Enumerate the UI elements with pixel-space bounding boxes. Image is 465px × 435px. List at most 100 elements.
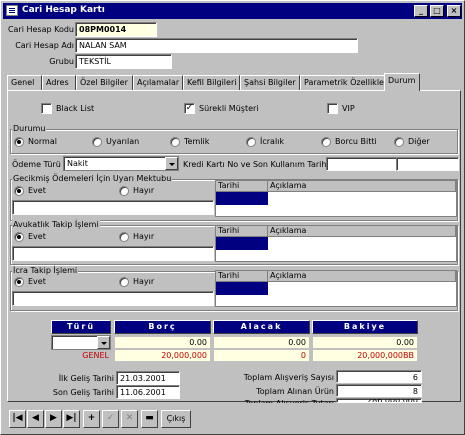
enforcement-label: İcra Takip İşlemi [12, 266, 79, 275]
chevron-down-icon[interactable] [97, 336, 110, 349]
row1-debt: 0.00 [114, 336, 211, 349]
cancel-record-button[interactable]: ✕ [121, 410, 138, 428]
last-record-button[interactable]: ▶| [63, 410, 80, 428]
vip-checkbox[interactable] [327, 103, 338, 114]
status-temlik-radio[interactable] [170, 137, 180, 147]
status-diger-label: Diğer [408, 137, 430, 146]
grid-header-desc[interactable]: Açıklama [268, 271, 456, 282]
post-record-button[interactable]: ✓ [102, 410, 119, 428]
lawyer-note-field[interactable] [12, 246, 214, 261]
row2-credit: 0 [213, 349, 310, 362]
prior-record-button[interactable]: ◀ [27, 410, 44, 428]
grid-header-desc[interactable]: Açıklama [268, 226, 456, 237]
grid-selected-cell[interactable] [216, 192, 268, 205]
lawyer-no-radio[interactable] [119, 232, 129, 242]
code-field[interactable]: 08PM0014 [75, 22, 157, 37]
durum-panel: Black List ✓ Sürekli Müşteri VIP Durumu … [7, 90, 461, 403]
status-icralik-radio[interactable] [246, 137, 256, 147]
name-field[interactable]: NALAN SAM [75, 38, 358, 53]
status-group-label: Durumu [12, 124, 47, 133]
close-button[interactable]: × [447, 5, 461, 17]
first-visit-label: İlk Geliş Tarihi [58, 374, 114, 383]
enforcement-yes-label: Evet [28, 277, 46, 286]
warning-letter-yes-label: Evet [28, 186, 46, 195]
tab-durum[interactable]: Durum [384, 73, 420, 91]
insert-record-button[interactable]: + [83, 410, 100, 428]
tab-kefil-bilgileri[interactable]: Kefil Bilgileri [183, 75, 240, 90]
chevron-down-icon[interactable] [165, 157, 178, 170]
title-bar[interactable]: Cari Hesap Kartı _ □ × [3, 3, 462, 19]
warning-letter-note-field[interactable] [12, 200, 214, 215]
tab-adres[interactable]: Adres [42, 75, 76, 90]
next-record-button[interactable]: ▶ [45, 410, 62, 428]
enforcement-no-label: Hayır [133, 277, 155, 286]
row1-credit: 0.00 [213, 336, 310, 349]
last-visit-label: Son Geliş Tarihi [52, 388, 114, 397]
lawyer-yes-label: Evet [28, 232, 46, 241]
status-diger-radio[interactable] [394, 137, 404, 147]
grid-header-date[interactable]: Tarihi [216, 271, 268, 282]
tab-sahsi-bilgiler[interactable]: Şahsi Bilgiler [240, 75, 300, 90]
status-normal-label: Normal [28, 137, 57, 146]
window: Cari Hesap Kartı _ □ × Cari Hesap Kodu 0… [0, 0, 465, 435]
status-group [10, 129, 458, 154]
lawyer-yes-radio[interactable] [14, 232, 24, 242]
exit-button[interactable]: Çıkış [161, 410, 191, 428]
warning-letter-grid[interactable]: Tarihi Açıklama [215, 180, 457, 217]
credit-card-expiry-field[interactable] [396, 157, 459, 171]
status-borcu-bitti-label: Borcu Bitti [335, 137, 377, 146]
status-uyarilan-radio[interactable] [92, 137, 102, 147]
enforcement-grid[interactable]: Tarihi Açıklama [215, 270, 457, 307]
warning-letter-yes-radio[interactable] [14, 186, 24, 196]
total-count-label: Toplam Alışveriş Sayısı [243, 373, 334, 382]
total-count-field: 6 [336, 370, 422, 383]
vip-label: VIP [342, 104, 355, 113]
status-normal-radio[interactable] [14, 137, 24, 147]
enforcement-note-field[interactable] [12, 291, 214, 306]
grid-header-date[interactable]: Tarihi [216, 226, 268, 237]
last-visit-field[interactable]: 11.06.2001 [116, 385, 180, 399]
surekli-musteri-checkbox[interactable]: ✓ [184, 103, 195, 114]
payment-type-select[interactable]: Nakit [63, 156, 179, 171]
total-amount-field: 286,000,000 [336, 398, 422, 403]
row2-type: GENEL [82, 351, 109, 360]
status-temlik-label: Temlik [184, 137, 210, 146]
tab-genel[interactable]: Genel [7, 75, 42, 90]
total-items-label: Toplam Alınan Ürün [256, 387, 334, 396]
status-borcu-bitti-radio[interactable] [321, 137, 331, 147]
warning-letter-label: Gecikmiş Ödemeleri İçin Uyarı Mektubu [12, 174, 173, 183]
black-list-checkbox[interactable] [41, 103, 52, 114]
tab-parametrik-ozellikler[interactable]: Parametrik Özellikler [300, 75, 387, 90]
payment-type-label: Ödeme Türü [12, 160, 61, 169]
grid-selected-cell[interactable] [216, 282, 268, 295]
grid-selected-cell[interactable] [216, 237, 268, 250]
delete-record-button[interactable]: ▬ [141, 410, 158, 428]
first-record-button[interactable]: |◀ [9, 410, 26, 428]
total-items-field: 8 [336, 384, 422, 397]
tab-acilamalar[interactable]: Açılamalar [133, 75, 183, 90]
warning-letter-no-label: Hayır [133, 186, 155, 195]
lawyer-grid[interactable]: Tarihi Açıklama [215, 225, 457, 262]
group-field[interactable]: TEKSTİL [75, 54, 172, 69]
enforcement-no-radio[interactable] [119, 277, 129, 287]
lawyer-no-label: Hayır [133, 232, 155, 241]
group-label: Grubu [49, 57, 74, 66]
maximize-button[interactable]: □ [430, 5, 444, 17]
minimize-button[interactable]: _ [414, 5, 428, 17]
grid-header-desc[interactable]: Açıklama [268, 181, 456, 192]
credit-card-number-field[interactable] [326, 157, 397, 171]
balance-type-select[interactable] [51, 335, 111, 350]
status-icralik-label: İcralık [260, 137, 285, 146]
balance-header-debt: Borç [114, 320, 211, 334]
grid-header-date[interactable]: Tarihi [216, 181, 268, 192]
enforcement-yes-radio[interactable] [14, 277, 24, 287]
row1-balance: 0.00 [312, 336, 418, 349]
tab-ozel-bilgiler[interactable]: Özel Bilgiler [76, 75, 133, 90]
warning-letter-no-radio[interactable] [119, 186, 129, 196]
payment-type-value: Nakit [67, 159, 88, 168]
app-icon [6, 5, 18, 16]
black-list-label: Black List [56, 104, 95, 113]
code-label: Cari Hesap Kodu [7, 25, 74, 34]
balance-header-credit: Alacak [213, 320, 310, 334]
first-visit-field[interactable]: 21.03.2001 [116, 371, 180, 385]
